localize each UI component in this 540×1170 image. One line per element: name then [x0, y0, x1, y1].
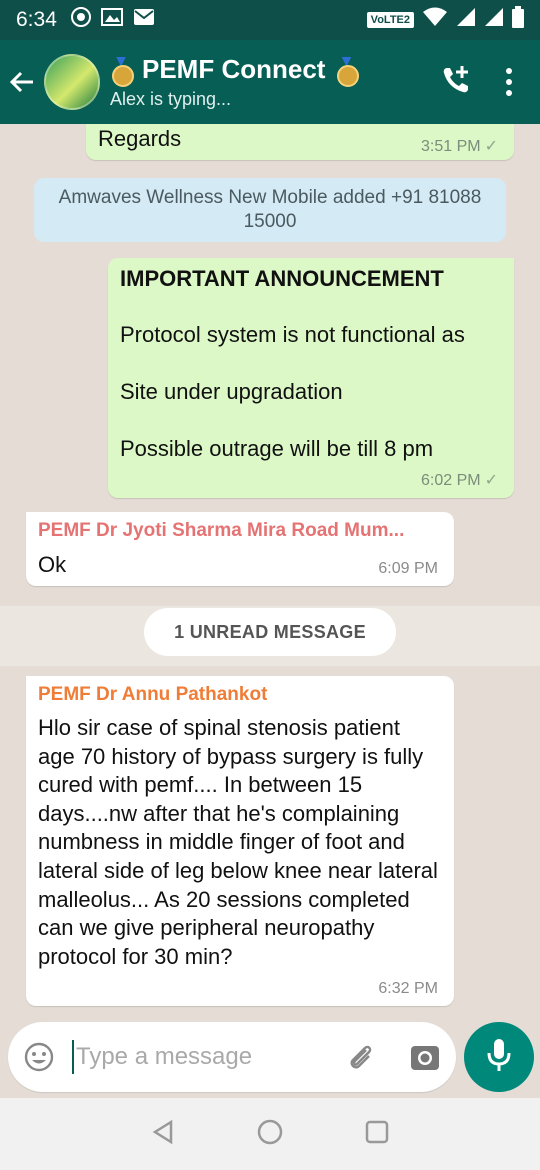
group-avatar[interactable] [44, 54, 100, 110]
message-time: 3:51 PM [421, 138, 481, 155]
wifi-icon [422, 7, 448, 33]
sent-check-icon: ✓ [484, 472, 498, 489]
attach-icon[interactable] [346, 1042, 376, 1072]
message-meta: 6:32 PM [378, 980, 438, 997]
message-meta: 6:02 PM ✓ [421, 470, 498, 490]
message-bubble[interactable]: IMPORTANT ANNOUNCEMENT Protocol system i… [108, 258, 514, 498]
status-bar: 6:34 VoLTE2 [0, 0, 540, 40]
back-arrow-icon[interactable] [0, 69, 44, 95]
emoji-icon[interactable] [24, 1042, 54, 1072]
mic-button[interactable] [464, 1022, 534, 1092]
unread-message-badge: 1 UNREAD MESSAGE [144, 608, 396, 656]
message-meta: 6:09 PM [378, 560, 438, 577]
battery-icon [512, 6, 524, 34]
camera-icon[interactable] [410, 1042, 440, 1072]
message-line: Possible outrage will be till 8 pm [120, 436, 434, 461]
chat-title-text: PEMF Connect [142, 54, 326, 84]
input-placeholder: Type a message [76, 1043, 253, 1070]
chat-header: PEMF Connect Alex is typing... [0, 40, 540, 124]
message-meta: 3:51 PM ✓ [421, 136, 498, 156]
gallery-icon [100, 7, 123, 33]
add-call-icon[interactable] [440, 64, 472, 101]
message-time: 6:02 PM [421, 472, 481, 489]
nav-back-icon[interactable] [150, 1119, 176, 1150]
signal-icon [456, 7, 476, 33]
nav-recents-icon[interactable] [364, 1119, 390, 1150]
message-bubble[interactable]: PEMF Dr Annu Pathankot Hlo sir case of s… [26, 676, 454, 1006]
nav-home-icon[interactable] [256, 1118, 284, 1151]
message-text: Hlo sir case of spinal stenosis patient … [38, 715, 438, 969]
chat-area[interactable]: Regards 3:51 PM ✓ Amwaves Wellness New Mo… [0, 124, 540, 1020]
sent-check-icon: ✓ [484, 138, 498, 155]
system-nav-bar [0, 1098, 540, 1170]
signal-icon-2 [484, 7, 504, 33]
chrome-icon [70, 7, 91, 33]
message-text: Ok [38, 552, 67, 577]
typing-status: Alex is typing... [110, 89, 232, 109]
sender-name[interactable]: PEMF Dr Jyoti Sharma Mira Road Mum... [38, 520, 438, 542]
mic-icon [486, 1038, 512, 1077]
message-bubble[interactable]: PEMF Dr Jyoti Sharma Mira Road Mum... Ok… [26, 512, 454, 586]
medal-icon [335, 57, 360, 87]
gmail-icon [133, 8, 155, 32]
message-line: Site under upgradation [120, 379, 343, 404]
message-bubble[interactable]: Regards 3:51 PM ✓ [86, 124, 514, 160]
sender-name[interactable]: PEMF Dr Annu Pathankot [38, 684, 267, 706]
system-message: Amwaves Wellness New Mobile added +91 81… [34, 178, 506, 242]
compose-bar: Type a message [0, 1020, 540, 1100]
announcement-heading: IMPORTANT ANNOUNCEMENT [120, 266, 444, 291]
message-input[interactable]: Type a message [8, 1022, 456, 1092]
status-time: 6:34 [16, 8, 57, 31]
message-line: Protocol system is not functional as [120, 322, 465, 347]
medal-icon [110, 57, 134, 87]
chat-title-area[interactable]: PEMF Connect Alex is typing... [110, 54, 440, 110]
more-vert-icon[interactable] [506, 68, 512, 96]
chat-title: PEMF Connect [110, 54, 440, 87]
text-cursor [72, 1040, 74, 1074]
volte-badge: VoLTE2 [366, 12, 414, 28]
message-text: Regards [98, 126, 182, 151]
